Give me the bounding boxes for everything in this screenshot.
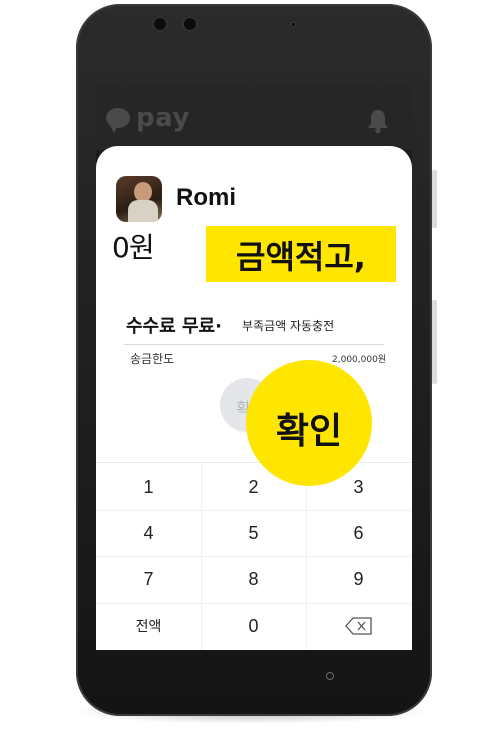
side-button-upper bbox=[432, 170, 437, 228]
side-button-lower bbox=[432, 300, 437, 384]
key-full-amount[interactable]: 전액 bbox=[96, 603, 201, 649]
transfer-card: Romi 0원 금액적고, 수수료 무료· 부족금액 자동충전 송금한도 2,0… bbox=[96, 146, 412, 650]
amount-callout-text: 금액적고, bbox=[236, 238, 366, 276]
app-name: pay bbox=[136, 103, 190, 133]
key-1[interactable]: 1 bbox=[96, 464, 201, 510]
key-0[interactable]: 0 bbox=[201, 603, 306, 649]
backspace-icon bbox=[344, 617, 372, 635]
key-6[interactable]: 6 bbox=[306, 510, 411, 556]
amount-callout: 금액적고, bbox=[206, 226, 396, 282]
home-sensor-icon bbox=[326, 672, 334, 680]
fee-subtext: 부족금액 자동충전 bbox=[242, 319, 335, 333]
bell-icon[interactable] bbox=[366, 108, 390, 138]
key-9[interactable]: 9 bbox=[306, 556, 411, 602]
top-bar: pay bbox=[96, 86, 412, 150]
confirm-button-label: 확인 bbox=[275, 410, 343, 451]
confirm-button[interactable]: 확인 bbox=[246, 360, 372, 486]
divider bbox=[124, 344, 384, 345]
key-8[interactable]: 8 bbox=[201, 556, 306, 602]
proximity-sensor-icon bbox=[290, 21, 297, 28]
key-5[interactable]: 5 bbox=[201, 510, 306, 556]
limit-label: 송금한도 bbox=[130, 352, 175, 366]
sensor-icon bbox=[182, 16, 198, 32]
key-4[interactable]: 4 bbox=[96, 510, 201, 556]
pay-logo: pay bbox=[106, 102, 190, 134]
limit-value: 2,000,000원 bbox=[332, 355, 387, 365]
avatar bbox=[116, 176, 162, 222]
front-camera-icon bbox=[152, 16, 168, 32]
recipient-name: Romi bbox=[176, 184, 236, 211]
fee-label: 수수료 무료· bbox=[126, 316, 222, 337]
chat-bubble-icon bbox=[106, 108, 130, 133]
numeric-keypad: 1 2 3 4 5 6 7 8 9 전액 0 bbox=[96, 462, 412, 650]
amount-value[interactable]: 0원 bbox=[112, 226, 155, 266]
backspace-button[interactable] bbox=[306, 603, 411, 649]
phone-screen: pay Romi 0원 금액적고, 수수료 무료· 부족금액 자동충전 송금한도… bbox=[96, 86, 412, 650]
key-7[interactable]: 7 bbox=[96, 556, 201, 602]
